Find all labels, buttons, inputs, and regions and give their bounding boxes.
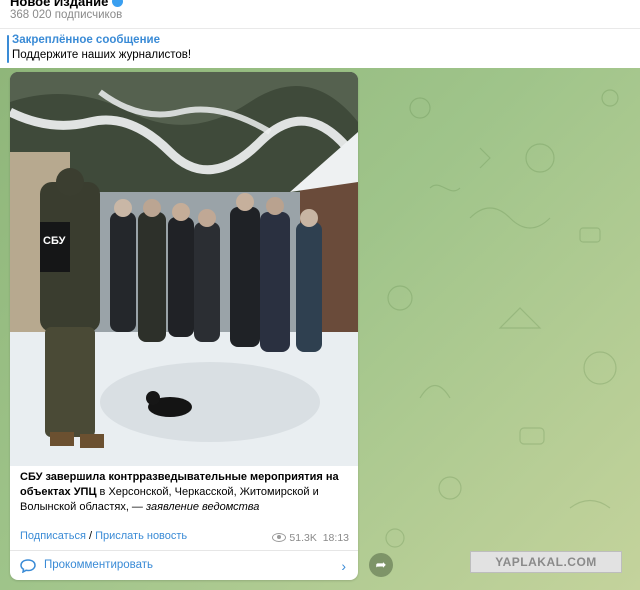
pinned-title: Закреплённое сообщение: [12, 34, 160, 46]
link-separator: /: [85, 530, 96, 542]
view-count: 51.3K: [289, 532, 317, 544]
pinned-text: Поддержите наших журналистов!: [12, 49, 192, 61]
caption-headline-line2: объектах УПЦ: [20, 486, 97, 498]
photo-patch-text: СБУ: [43, 235, 66, 247]
subscribe-link[interactable]: Подписаться: [20, 530, 86, 542]
chevron-right-icon: ›: [341, 558, 346, 574]
post-links: Подписаться / Прислать новость: [20, 530, 187, 542]
post-card: СБУ СБУ завершила контрразведывательные …: [10, 72, 358, 580]
channel-header[interactable]: Новое Издание 368 020 подписчиков: [0, 0, 640, 28]
share-arrow-icon[interactable]: ➦: [369, 553, 393, 577]
eye-icon: [272, 532, 287, 542]
comments-label: Прокомментировать: [44, 559, 154, 571]
pinned-message-bar[interactable]: Закреплённое сообщение Поддержите наших …: [0, 28, 640, 69]
send-news-link[interactable]: Прислать новость: [95, 530, 187, 542]
post-photo[interactable]: СБУ: [10, 72, 358, 466]
watermark-logo: YAPLAKAL.COM: [470, 551, 622, 573]
comments-button[interactable]: Прокомментировать ›: [10, 550, 358, 580]
verified-badge-icon: [112, 0, 124, 8]
post-time: 18:13: [322, 532, 349, 544]
channel-title: Новое Издание: [10, 0, 124, 9]
pinned-accent-bar: [7, 35, 9, 63]
channel-name: Новое Издание: [10, 0, 109, 9]
post-meta: 51.3K 18:13: [272, 532, 349, 544]
subscriber-count: 368 020 подписчиков: [10, 9, 123, 21]
comment-icon: [20, 559, 36, 573]
post-caption: СБУ завершила контрразведывательные меро…: [20, 470, 350, 515]
caption-italic: заявление ведомства: [146, 501, 260, 513]
caption-headline-line1: СБУ завершила контрразведывательные меро…: [20, 471, 339, 483]
